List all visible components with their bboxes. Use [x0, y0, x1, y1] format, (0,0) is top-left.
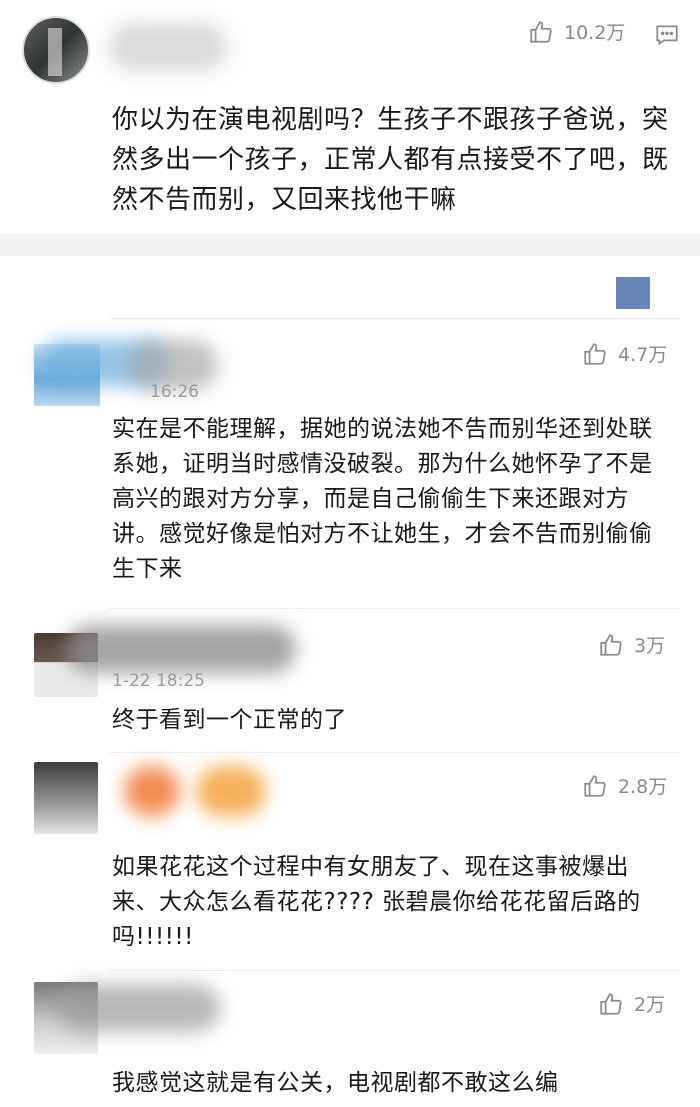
like-button[interactable]: 10.2万 — [528, 18, 625, 45]
thumbs-up-icon — [600, 633, 622, 656]
thumbs-up-icon — [600, 992, 622, 1015]
like-count: 4.7万 — [618, 344, 668, 366]
thumbs-up-icon — [584, 342, 606, 365]
username-blurred[interactable] — [196, 766, 266, 816]
divider — [110, 318, 680, 319]
comment-3: 1-22 18:25 3万 终于看到一个正常的了 — [0, 615, 700, 753]
comment-text: 终于看到一个正常的了 — [112, 707, 347, 733]
comment-2: 16:26 4.7万 实在是不能理解，据她的说法她不告而别华还到处联系她，证明当… — [0, 330, 700, 610]
divider — [110, 970, 680, 971]
thumbs-up-icon — [530, 20, 552, 43]
like-button[interactable]: 4.7万 — [582, 340, 667, 367]
username-blurred[interactable] — [124, 766, 180, 816]
comment-reply-icon[interactable] — [654, 22, 680, 48]
username-blurred[interactable] — [60, 984, 220, 1032]
comment-5: 2万 我感觉这就是有公关，电视剧都不敢这么编 — [0, 974, 700, 1107]
username-blurred[interactable] — [108, 22, 228, 72]
like-button[interactable]: 2万 — [598, 990, 665, 1017]
comment-text: 如果花花这个过程中有女朋友了、现在这事被爆出来、大众怎么看花花???? 张碧晨你… — [112, 854, 641, 950]
comment-time: 16:26 — [150, 382, 199, 402]
avatar[interactable] — [22, 16, 90, 84]
like-button[interactable]: 2.8万 — [582, 772, 667, 799]
like-button[interactable]: 3万 — [598, 631, 665, 658]
username-blurred[interactable] — [66, 625, 296, 673]
comment-time: 1-22 18:25 — [112, 671, 205, 691]
like-count: 2万 — [634, 994, 666, 1016]
comment-text: 实在是不能理解，据她的说法她不告而别华还到处联系她，证明当时感情没破裂。那为什么… — [112, 416, 653, 582]
divider — [110, 752, 680, 753]
avatar[interactable] — [34, 762, 98, 834]
comment-text: 我感觉这就是有公关，电视剧都不敢这么编 — [112, 1070, 559, 1096]
like-count: 2.8万 — [618, 776, 668, 798]
separator-band — [0, 234, 700, 256]
more-thumbnail[interactable] — [616, 277, 650, 309]
divider — [110, 608, 680, 609]
comment-1: 10.2万 你以为在演电视剧吗？生孩子不跟孩子爸说，突然多出一个孩子，正常人都有… — [0, 0, 700, 232]
thumbs-up-icon — [584, 774, 606, 797]
comment-text: 你以为在演电视剧吗？生孩子不跟孩子爸说，突然多出一个孩子，正常人都有点接受不了吧… — [112, 105, 669, 215]
like-count: 3万 — [634, 635, 666, 657]
like-count: 10.2万 — [564, 22, 626, 44]
comment-4: 2.8万 如果花花这个过程中有女朋友了、现在这事被爆出来、大众怎么看花花????… — [0, 756, 700, 966]
